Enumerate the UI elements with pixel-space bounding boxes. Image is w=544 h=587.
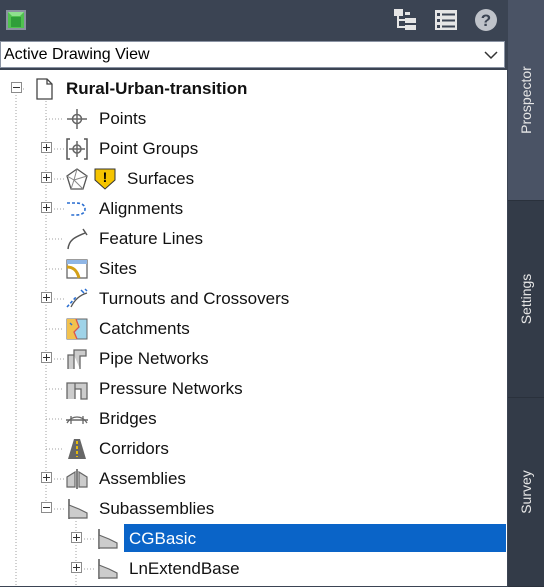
warning-glyph: ! — [103, 169, 108, 185]
tree-item-cgbasic[interactable]: CGBasic — [0, 524, 507, 554]
tree-item-label: Feature Lines — [99, 229, 203, 248]
pipe-networks-icon — [67, 349, 87, 369]
expand-toggle[interactable] — [41, 352, 52, 363]
tree-item-feature-lines[interactable]: Feature Lines — [0, 224, 507, 254]
tree-item-label: Surfaces — [127, 169, 195, 188]
tab-settings-label: Settings — [518, 273, 534, 325]
warning-icon: ! — [94, 168, 116, 190]
item-view-button[interactable] — [393, 8, 417, 32]
expand-toggle[interactable] — [41, 142, 52, 153]
expand-toggle[interactable] — [41, 292, 52, 303]
green-cube-icon — [6, 10, 26, 30]
tree-item-label: Subassemblies — [99, 499, 215, 518]
list-view-button[interactable] — [434, 8, 458, 32]
help-icon: ? — [475, 9, 497, 31]
tree-item-label: Catchments — [99, 319, 190, 338]
turnouts-icon — [66, 288, 88, 308]
tab-settings[interactable]: Settings — [508, 201, 544, 398]
assemblies-icon — [66, 469, 88, 489]
surfaces-icon — [66, 168, 88, 190]
prospector-tree: Rural-Urban-transition Points Point Groups… — [0, 70, 507, 586]
corridors-icon — [68, 439, 86, 459]
tree-item-label: Assemblies — [99, 469, 186, 488]
tree-item-label: Alignments — [99, 199, 184, 218]
tree-item-point-groups[interactable]: Point Groups — [0, 134, 507, 164]
side-tab-strip: Prospector Settings Survey — [508, 0, 544, 587]
list-view-icon — [435, 10, 457, 30]
tree-item-pipe-networks[interactable]: Pipe Networks — [0, 344, 507, 374]
view-selector-dropdown[interactable]: Active Drawing View — [0, 41, 505, 68]
catchments-icon — [66, 318, 88, 340]
tree-item-corridors[interactable]: Corridors — [0, 434, 507, 464]
expand-toggle[interactable] — [71, 532, 82, 543]
subassembly-icon — [98, 529, 118, 549]
tree-item-pressure-networks[interactable]: Pressure Networks — [0, 374, 507, 404]
view-selector-value: Active Drawing View — [4, 46, 150, 63]
subassembly-icon — [98, 559, 118, 579]
tab-prospector[interactable]: Prospector — [508, 0, 544, 201]
bridges-icon — [66, 416, 88, 424]
tree-item-alignments[interactable]: Alignments — [0, 194, 507, 224]
tree-item-label: Point Groups — [99, 139, 199, 158]
tree-item-points[interactable]: Points — [0, 104, 507, 134]
drawing-icon — [36, 78, 53, 100]
point-groups-icon — [66, 138, 88, 160]
tab-survey[interactable]: Survey — [508, 398, 544, 587]
tree-item-turnouts-and-crossovers[interactable]: Turnouts and Crossovers — [0, 284, 507, 314]
help-button[interactable]: ? — [474, 8, 498, 32]
tree-item-label: LnExtendBase — [129, 559, 240, 578]
expand-toggle[interactable] — [71, 562, 82, 573]
tree-item-subassemblies[interactable]: Subassemblies — [0, 494, 507, 524]
tree-item-label: Bridges — [99, 409, 157, 428]
alignments-icon — [67, 202, 86, 216]
tree-item-label: Turnouts and Crossovers — [99, 289, 290, 308]
tree-item-label: Pipe Networks — [99, 349, 209, 368]
expand-toggle[interactable] — [41, 172, 52, 183]
expand-toggle[interactable] — [41, 202, 52, 213]
tree-item-catchments[interactable]: Catchments — [0, 314, 507, 344]
tree-item-sites[interactable]: Sites — [0, 254, 507, 284]
tab-survey-label: Survey — [518, 470, 534, 514]
tree-item-surfaces[interactable]: ! Surfaces — [0, 164, 507, 194]
tree-item-lnextendbase[interactable]: LnExtendBase — [0, 554, 507, 584]
collapse-toggle[interactable] — [11, 82, 22, 93]
tree-item-assemblies[interactable]: Assemblies — [0, 464, 507, 494]
subassemblies-icon — [68, 499, 88, 519]
item-view-icon — [394, 9, 416, 30]
collapse-toggle[interactable] — [41, 502, 52, 513]
tab-prospector-label: Prospector — [518, 66, 534, 134]
pressure-networks-icon — [66, 382, 88, 400]
tree-item-label: Sites — [99, 259, 137, 278]
chevron-down-icon — [484, 51, 498, 60]
tree-item-label: Points — [99, 109, 147, 128]
tree-item-label: CGBasic — [129, 529, 197, 548]
expand-toggle[interactable] — [41, 472, 52, 483]
help-glyph: ? — [481, 11, 491, 30]
feature-lines-icon — [67, 228, 88, 250]
toolbar: ? — [0, 0, 507, 40]
tree-item-bridges[interactable]: Bridges — [0, 404, 507, 434]
sites-icon — [66, 259, 88, 279]
tree-item-label: Corridors — [99, 439, 169, 458]
tree-item-label: Pressure Networks — [99, 379, 243, 398]
tree-item-label: Rural-Urban-transition — [66, 79, 248, 98]
points-icon — [67, 109, 87, 129]
tree-root-rural-urban-transition[interactable]: Rural-Urban-transition — [0, 74, 507, 104]
